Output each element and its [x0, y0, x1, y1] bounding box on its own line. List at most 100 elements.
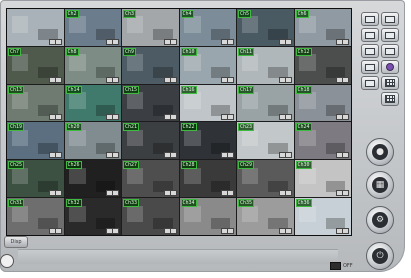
- camera-tile[interactable]: Ch2: [64, 9, 121, 46]
- tile-menu-button[interactable]: [227, 38, 234, 45]
- camera-tile[interactable]: [7, 9, 64, 46]
- tile-menu-button[interactable]: [284, 114, 292, 121]
- tile-menu-button[interactable]: [284, 190, 292, 197]
- camera-tile[interactable]: Ch30: [294, 160, 351, 198]
- tile-menu-button[interactable]: [284, 38, 292, 45]
- tile-menu-button[interactable]: [169, 114, 177, 121]
- tile-menu-button[interactable]: [227, 227, 234, 234]
- camera-tile[interactable]: Ch36: [294, 198, 351, 235]
- camera-tile[interactable]: Ch14: [64, 84, 121, 122]
- camera-tile[interactable]: Ch19: [7, 122, 64, 160]
- settings-button[interactable]: ⚙: [366, 206, 394, 234]
- camera-tile[interactable]: Ch29: [237, 160, 294, 198]
- channel-label: Ch29: [238, 161, 255, 170]
- channel-label: Ch17: [238, 85, 255, 94]
- channel-label: Ch33: [123, 199, 140, 208]
- camera-tile[interactable]: Ch25: [7, 160, 64, 198]
- camera-feed-highlight: [184, 54, 201, 71]
- camera-tile[interactable]: Ch15: [122, 84, 179, 122]
- camera-tile[interactable]: Ch35: [237, 198, 294, 235]
- tile-menu-button[interactable]: [54, 38, 62, 45]
- layout-custom-button[interactable]: [361, 60, 379, 74]
- tile-menu-button[interactable]: [54, 190, 62, 197]
- camera-feed-highlight: [126, 129, 144, 147]
- tile-menu-button[interactable]: [112, 227, 119, 234]
- camera-tile[interactable]: Ch7: [7, 46, 64, 84]
- record-button[interactable]: ●: [366, 138, 394, 166]
- camera-tile[interactable]: Ch26: [64, 160, 121, 198]
- tile-menu-button[interactable]: [284, 227, 292, 234]
- layout-5x5-button[interactable]: [361, 44, 379, 58]
- camera-tile[interactable]: Ch5: [237, 9, 294, 46]
- tile-menu-button[interactable]: [54, 227, 62, 234]
- tile-menu-button[interactable]: [54, 76, 62, 83]
- tile-menu-button[interactable]: [342, 38, 349, 45]
- power-button[interactable]: ⏻: [366, 242, 394, 270]
- channel-label: Ch30: [295, 161, 312, 170]
- camera-tile[interactable]: Ch6: [294, 9, 351, 46]
- status-bar: Disp: [4, 236, 304, 248]
- display-mode-button[interactable]: Disp: [4, 236, 28, 248]
- tile-menu-button[interactable]: [169, 76, 177, 83]
- camera-tile[interactable]: Ch9: [122, 46, 179, 84]
- tile-menu-button[interactable]: [227, 114, 234, 121]
- tile-menu-button[interactable]: [342, 114, 349, 121]
- layout-3x3-button[interactable]: [361, 28, 379, 42]
- camera-tile[interactable]: Ch33: [122, 198, 179, 235]
- camera-tile[interactable]: Ch27: [122, 160, 179, 198]
- camera-tile[interactable]: Ch10: [179, 46, 236, 84]
- sequence-button[interactable]: ▦: [366, 171, 394, 199]
- camera-tile[interactable]: Ch22: [179, 122, 236, 160]
- camera-tile[interactable]: Ch11: [237, 46, 294, 84]
- camera-tile[interactable]: Ch34: [179, 198, 236, 235]
- tile-menu-button[interactable]: [54, 114, 62, 121]
- channel-label: Ch26: [65, 161, 82, 170]
- layout-8x8-button[interactable]: [361, 76, 379, 90]
- tile-menu-button[interactable]: [112, 190, 119, 197]
- camera-tile[interactable]: Ch18: [294, 84, 351, 122]
- layout-6x6-button[interactable]: [381, 44, 399, 58]
- tile-menu-button[interactable]: [112, 76, 119, 83]
- tile-menu-button[interactable]: [284, 76, 292, 83]
- tile-menu-button[interactable]: [112, 114, 119, 121]
- tile-menu-button[interactable]: [342, 190, 349, 197]
- tile-menu-button[interactable]: [227, 76, 234, 83]
- camera-tile[interactable]: Ch8: [64, 46, 121, 84]
- camera-tile[interactable]: Ch12: [294, 46, 351, 84]
- layout-2x2-button[interactable]: [381, 12, 399, 26]
- tile-menu-button[interactable]: [169, 152, 177, 159]
- camera-tile[interactable]: Ch13: [7, 84, 64, 122]
- grid-view-button[interactable]: [381, 76, 399, 90]
- camera-tile[interactable]: Ch21: [122, 122, 179, 160]
- camera-tile[interactable]: Ch4: [179, 9, 236, 46]
- tile-menu-button[interactable]: [169, 190, 177, 197]
- tile-menu-button[interactable]: [112, 152, 119, 159]
- off-indicator[interactable]: OFF: [330, 262, 353, 270]
- camera-tile[interactable]: Ch16: [179, 84, 236, 122]
- tile-menu-button[interactable]: [227, 190, 234, 197]
- tile-menu-button[interactable]: [112, 38, 119, 45]
- tile-menu-button[interactable]: [342, 76, 349, 83]
- record-icon: ●: [372, 144, 388, 160]
- grid-view-small-button[interactable]: [381, 92, 399, 106]
- camera-tile[interactable]: Ch17: [237, 84, 294, 122]
- tile-menu-button[interactable]: [169, 227, 177, 234]
- tile-menu-button[interactable]: [169, 38, 177, 45]
- camera-tile[interactable]: Ch20: [64, 122, 121, 160]
- tile-menu-button[interactable]: [342, 227, 349, 234]
- camera-tile[interactable]: Ch23: [237, 122, 294, 160]
- camera-feed-highlight: [184, 16, 201, 33]
- camera-tile[interactable]: Ch24: [294, 122, 351, 160]
- camera-tile[interactable]: Ch3: [122, 9, 179, 46]
- tile-menu-button[interactable]: [342, 152, 349, 159]
- tile-menu-button[interactable]: [227, 152, 234, 159]
- layout-4x4-button[interactable]: [381, 28, 399, 42]
- playback-button[interactable]: [381, 60, 399, 74]
- layout-1x1-button[interactable]: [361, 12, 379, 26]
- camera-tile[interactable]: Ch28: [179, 160, 236, 198]
- camera-tile[interactable]: Ch31: [7, 198, 64, 235]
- camera-feed-highlight: [69, 129, 86, 147]
- tile-menu-button[interactable]: [284, 152, 292, 159]
- tile-menu-button[interactable]: [54, 152, 62, 159]
- camera-tile[interactable]: Ch32: [64, 198, 121, 235]
